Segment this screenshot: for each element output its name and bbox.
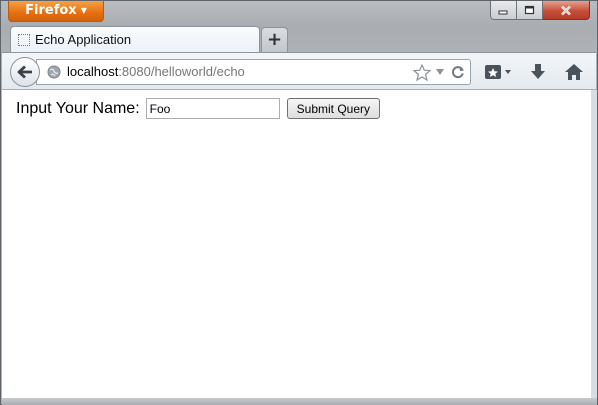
minimize-button[interactable] <box>490 1 517 20</box>
bookmark-star-icon[interactable] <box>413 64 431 81</box>
restore-icon <box>524 5 535 15</box>
name-label: Input Your Name: <box>16 99 140 117</box>
browser-window: Firefox ▼ Echo Application + localhost:80… <box>0 0 598 405</box>
url-bar[interactable]: localhost:8080/helloworld/echo <box>36 59 471 85</box>
back-arrow-icon <box>17 65 32 79</box>
page-icon <box>18 34 30 46</box>
close-button[interactable] <box>543 1 590 20</box>
download-icon[interactable] <box>529 63 547 81</box>
window-controls <box>490 1 590 21</box>
close-icon <box>561 5 571 15</box>
minimize-icon <box>498 10 508 15</box>
back-button[interactable] <box>10 57 40 87</box>
reload-icon[interactable] <box>450 64 466 80</box>
name-input[interactable] <box>145 98 280 119</box>
window-frame-bottom <box>2 398 597 405</box>
maximize-button[interactable] <box>517 1 543 20</box>
url-host: localhost <box>67 64 119 79</box>
home-icon[interactable] <box>564 63 584 81</box>
history-dropdown-icon[interactable] <box>435 68 445 76</box>
firefox-menu-button[interactable]: Firefox ▼ <box>8 1 104 22</box>
window-frame-right <box>591 90 597 398</box>
url-path: :8080/helloworld/echo <box>118 64 245 79</box>
bookmarks-menu-icon[interactable] <box>484 63 514 81</box>
globe-icon <box>47 65 61 79</box>
echo-form: Input Your Name: Submit Query <box>16 98 380 119</box>
url-text: localhost:8080/helloworld/echo <box>67 64 245 79</box>
chevron-down-icon: ▼ <box>80 6 87 15</box>
tab-echo-application[interactable]: Echo Application <box>10 26 260 53</box>
tab-title: Echo Application <box>35 32 132 47</box>
navigation-toolbar: localhost:8080/helloworld/echo <box>2 52 596 90</box>
page-content: Input Your Name: Submit Query <box>2 90 591 398</box>
submit-query-button[interactable]: Submit Query <box>286 98 380 119</box>
new-tab-button[interactable]: + <box>261 27 288 53</box>
firefox-menu-label: Firefox <box>25 3 77 18</box>
